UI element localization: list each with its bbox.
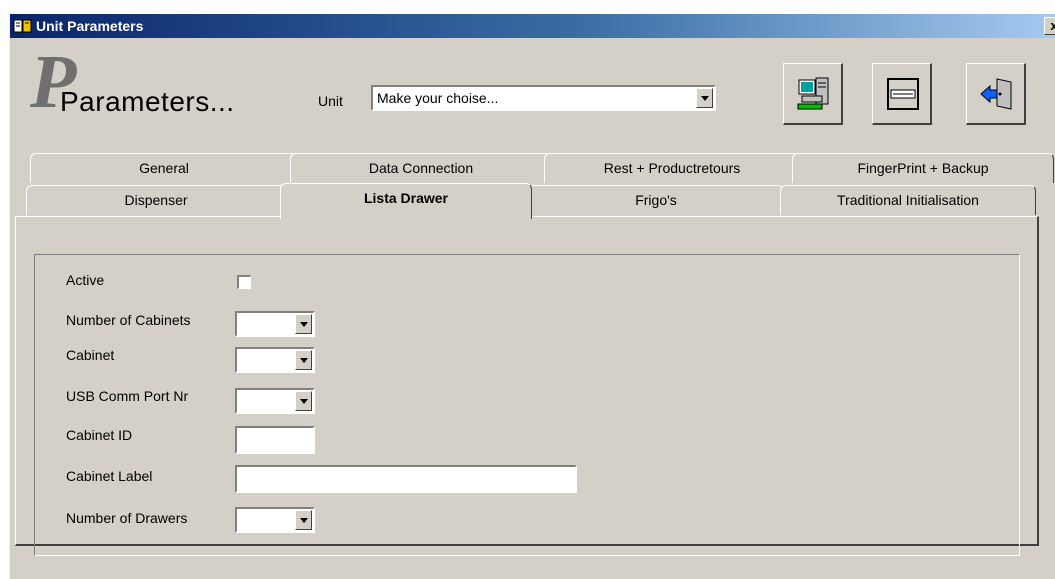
cabinet-label-field[interactable] bbox=[235, 465, 577, 493]
close-button[interactable]: x bbox=[1044, 17, 1055, 35]
list-button[interactable] bbox=[872, 63, 932, 125]
chevron-down-icon[interactable] bbox=[295, 510, 312, 530]
tab-general[interactable]: General bbox=[30, 153, 298, 183]
window-list-icon bbox=[887, 78, 919, 110]
app-icon bbox=[13, 19, 32, 33]
cabinet-id-field[interactable] bbox=[235, 426, 315, 454]
usb-comm-port-select[interactable] bbox=[235, 388, 315, 414]
number-of-cabinets-select[interactable] bbox=[235, 311, 315, 337]
unit-select[interactable]: Make your choise... bbox=[371, 85, 716, 111]
usb-comm-port-label: USB Comm Port Nr bbox=[66, 388, 189, 404]
tab-fingerprint-backup[interactable]: FingerPrint + Backup bbox=[792, 153, 1054, 183]
active-label: Active bbox=[66, 272, 105, 288]
tab-dispenser[interactable]: Dispenser bbox=[26, 185, 286, 215]
active-checkbox[interactable] bbox=[237, 275, 251, 289]
cabinet-label-label: Cabinet Label bbox=[66, 468, 153, 484]
unit-select-value: Make your choise... bbox=[377, 90, 499, 106]
tab-lista-drawer[interactable]: Lista Drawer bbox=[280, 183, 532, 219]
number-of-drawers-select[interactable] bbox=[235, 507, 315, 533]
chevron-down-icon[interactable] bbox=[295, 391, 312, 411]
exit-door-icon bbox=[980, 78, 1012, 110]
number-of-cabinets-label: Number of Cabinets bbox=[66, 312, 191, 328]
window-title: Unit Parameters bbox=[36, 18, 144, 34]
network-button[interactable] bbox=[783, 63, 843, 125]
tab-data-connection[interactable]: Data Connection bbox=[290, 153, 552, 183]
tab-traditional-initialisation[interactable]: Traditional Initialisation bbox=[780, 185, 1036, 215]
title-bar[interactable]: Unit Parameters x bbox=[10, 14, 1055, 38]
tab-frigos[interactable]: Frigo's bbox=[528, 185, 784, 215]
number-of-drawers-label: Number of Drawers bbox=[66, 510, 188, 526]
unit-label: Unit bbox=[318, 93, 343, 109]
cabinet-select[interactable] bbox=[235, 347, 315, 373]
chevron-down-icon[interactable] bbox=[696, 88, 713, 108]
chevron-down-icon[interactable] bbox=[295, 314, 312, 334]
page-title: Parameters... bbox=[60, 86, 235, 117]
chevron-down-icon[interactable] bbox=[295, 350, 312, 370]
cabinet-id-label: Cabinet ID bbox=[66, 427, 133, 443]
tab-rest-productretours[interactable]: Rest + Productretours bbox=[544, 153, 800, 183]
exit-button[interactable] bbox=[966, 63, 1026, 125]
computer-network-icon bbox=[797, 77, 829, 110]
cabinet-label: Cabinet bbox=[66, 347, 115, 363]
